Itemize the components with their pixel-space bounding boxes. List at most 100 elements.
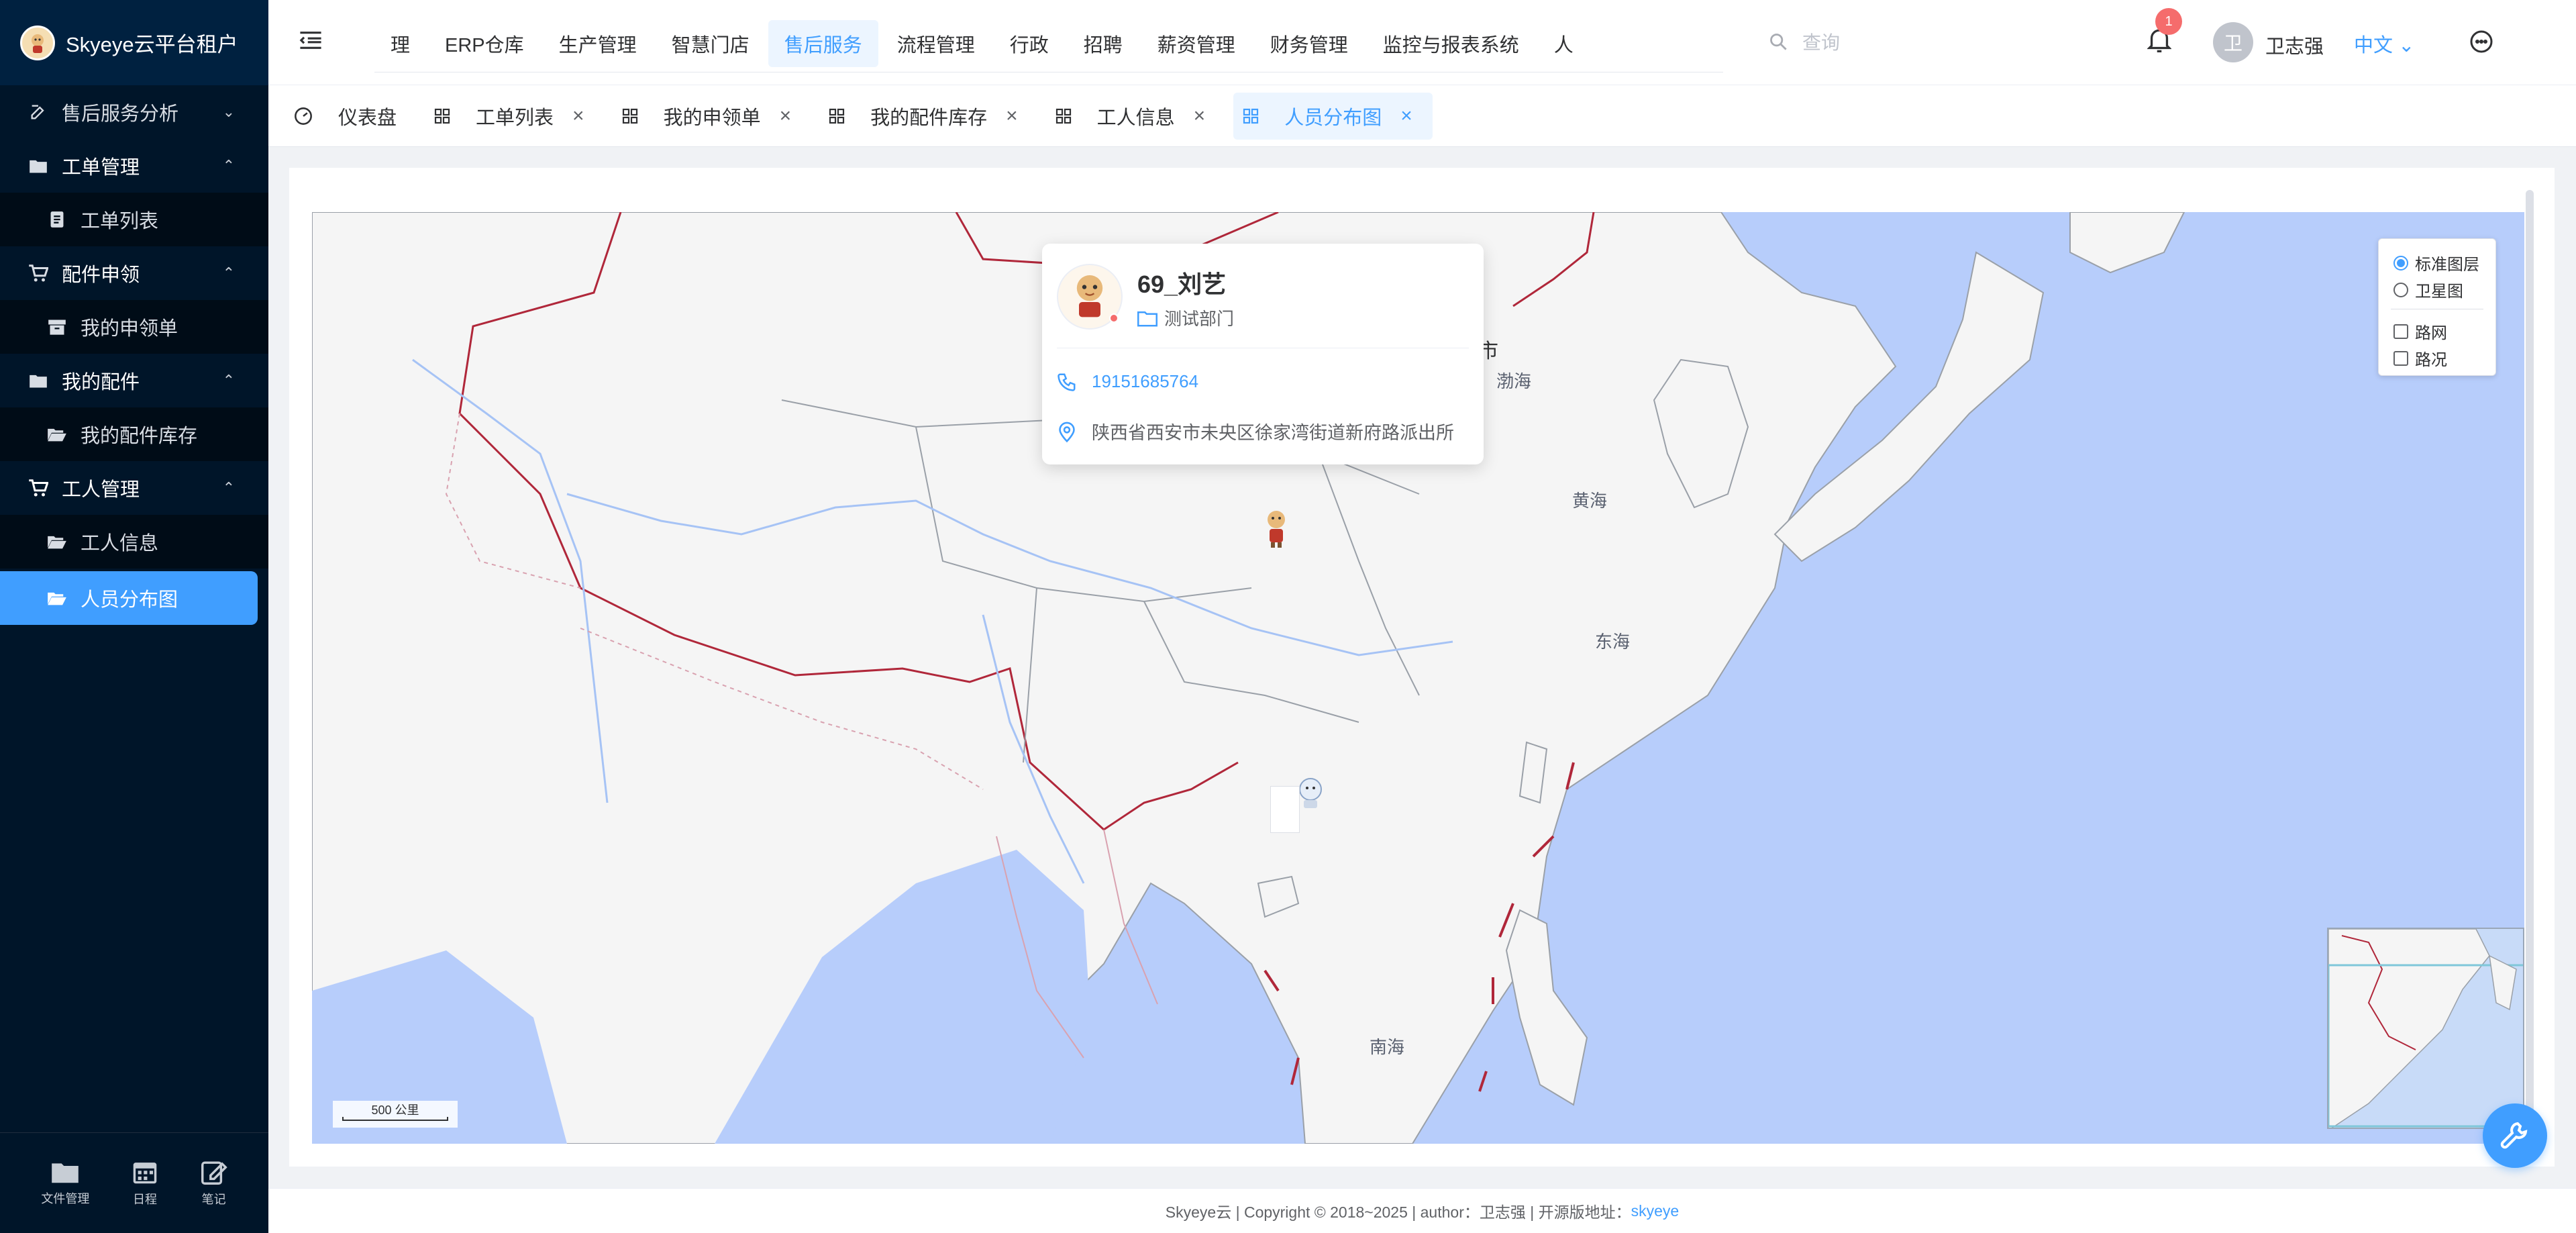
tab-label: 人员分布图	[1284, 107, 1382, 129]
sidebar-item-worker-mgmt[interactable]: 工人管理 ⌃	[0, 461, 268, 515]
close-icon[interactable]: ×	[780, 105, 792, 128]
close-icon[interactable]: ×	[572, 105, 584, 128]
tab-label: 我的配件库存	[870, 107, 988, 129]
overview-map[interactable]	[2327, 928, 2524, 1129]
nav-item-hr-partial[interactable]: 人	[1538, 20, 1590, 67]
grid-icon	[622, 108, 638, 124]
sidebar-item-parts-apply[interactable]: 配件申领 ⌃	[0, 246, 268, 300]
layer-option-satellite[interactable]: 卫星图	[2393, 278, 2463, 301]
language-select[interactable]: 中文 ⌄	[2354, 30, 2414, 58]
sidebar-item-workorder-mgmt[interactable]: 工单管理 ⌃	[0, 139, 268, 193]
folder-open-icon	[46, 530, 68, 553]
top-nav: 理 ERP仓库 生产管理 智慧门店 售后服务 流程管理 行政 招聘 薪资管理 财…	[374, 19, 1723, 72]
sidebar-item-worker-info[interactable]: 工人信息	[0, 515, 268, 569]
map-label-bohai: 渤海	[1496, 371, 1532, 391]
grid-icon	[434, 108, 450, 124]
cart-icon	[27, 477, 50, 499]
tab-my-parts-stock[interactable]: 我的配件库存 ×	[819, 93, 1038, 140]
nav-item-salary[interactable]: 薪资管理	[1141, 20, 1251, 67]
worker-name: 69_刘艺	[1137, 270, 1227, 298]
menu-fold-icon[interactable]	[299, 30, 322, 54]
nav-item-monitor-report[interactable]: 监控与报表系统	[1367, 20, 1535, 67]
sidebar-item-workorder-list[interactable]: 工单列表	[0, 193, 268, 246]
map-label-east-sea: 东海	[1595, 632, 1631, 652]
layer-option-standard[interactable]: 标准图层	[2393, 251, 2479, 275]
worker-address: 陕西省西安市未央区徐家湾街道新府路派出所	[1057, 418, 1454, 444]
file-manager-button[interactable]: 文件管理	[41, 1160, 89, 1207]
worker-marker[interactable]	[1263, 507, 1290, 552]
calendar-icon	[133, 1162, 157, 1183]
nav-item-erp[interactable]: ERP仓库	[429, 20, 540, 67]
notes-label: 笔记	[201, 1192, 226, 1206]
schedule-button[interactable]: 日程	[132, 1159, 158, 1207]
tab-dashboard[interactable]: 仪表盘	[285, 93, 417, 140]
checkbox[interactable]	[2393, 350, 2408, 366]
sidebar-item-label: 工人管理	[62, 479, 140, 501]
status-dot	[1109, 313, 1119, 323]
close-icon[interactable]: ×	[1194, 105, 1206, 128]
search-box[interactable]: 查询	[1769, 28, 1840, 55]
file-manager-label: 文件管理	[41, 1191, 90, 1205]
sidebar-bottom-bar: 文件管理 日程 笔记	[0, 1132, 268, 1233]
username[interactable]: 卫志强	[2265, 31, 2324, 59]
cart-icon	[27, 262, 50, 285]
tab-workorder-list[interactable]: 工单列表 ×	[425, 93, 605, 140]
sidebar-item-label: 工单列表	[81, 211, 159, 232]
grid-icon	[1243, 108, 1259, 124]
tab-label: 仪表盘	[338, 107, 397, 129]
dashboard-icon	[294, 107, 313, 126]
nav-item-admin[interactable]: 行政	[994, 20, 1065, 67]
nav-item-finance[interactable]: 财务管理	[1254, 20, 1364, 67]
department-label: 测试部门	[1164, 309, 1235, 329]
sidebar-item-label: 我的申领单	[81, 318, 178, 340]
wrench-icon	[2500, 1122, 2528, 1149]
close-icon[interactable]: ×	[1006, 105, 1018, 128]
tab-label: 工单列表	[476, 107, 554, 129]
avatar[interactable]: 卫	[2213, 22, 2253, 62]
nav-item-production[interactable]: 生产管理	[543, 20, 653, 67]
nav-item-partial[interactable]: 理	[374, 20, 426, 67]
radio-checked[interactable]	[2393, 255, 2408, 270]
location-icon	[1059, 422, 1075, 442]
tab-my-applications[interactable]: 我的申领单 ×	[613, 93, 812, 140]
chevron-down-icon: ⌄	[2398, 35, 2415, 56]
notes-button[interactable]: 笔记	[201, 1159, 227, 1207]
layer-option-roadnet[interactable]: 路网	[2393, 319, 2447, 343]
sidebar-item-aftersales-analysis[interactable]: 售后服务分析 ⌄	[0, 85, 268, 139]
checkbox[interactable]	[2393, 324, 2408, 339]
map-scale: 500 公里	[333, 1101, 458, 1128]
nav-item-aftersales[interactable]: 售后服务	[768, 20, 878, 67]
brand[interactable]: Skyeye云平台租户	[0, 0, 268, 85]
worker-phone[interactable]: 19151685764	[1057, 371, 1198, 392]
note-edit-icon	[201, 1161, 227, 1185]
radio-unchecked[interactable]	[2393, 282, 2408, 297]
close-icon[interactable]: ×	[1400, 105, 1412, 128]
nav-item-recruit[interactable]: 招聘	[1068, 20, 1139, 67]
sidebar-item-staff-distribution[interactable]: 人员分布图	[0, 571, 258, 625]
scale-label: 500 公里	[371, 1103, 419, 1117]
settings-fab-button[interactable]	[2483, 1103, 2547, 1168]
sidebar-item-label: 配件申领	[62, 264, 140, 286]
sidebar-item-label: 工人信息	[81, 533, 159, 554]
folder-open-icon	[46, 587, 68, 609]
marker-label	[1270, 786, 1300, 833]
footer: Skyeye云 | Copyright © 2018~2025 | author…	[268, 1188, 2576, 1233]
chat-icon[interactable]	[2469, 30, 2493, 57]
worker-info-window: 69_刘艺 测试部门 19151685764 陕西省西安市未央区徐家湾街道新府路…	[1042, 244, 1484, 464]
nav-item-workflow[interactable]: 流程管理	[881, 20, 991, 67]
chevron-up-icon: ⌃	[222, 157, 235, 174]
footer-link[interactable]: skyeye	[1631, 1202, 1680, 1220]
sidebar-item-my-applications[interactable]: 我的申领单	[0, 300, 268, 354]
folder-outline-icon	[1137, 311, 1157, 326]
folder-open-icon	[46, 423, 68, 446]
tab-staff-distribution[interactable]: 人员分布图 ×	[1233, 92, 1433, 140]
layer-option-traffic[interactable]: 路况	[2393, 346, 2447, 370]
sidebar-item-my-parts[interactable]: 我的配件 ⌃	[0, 354, 268, 407]
sidebar-item-my-parts-stock[interactable]: 我的配件库存	[0, 407, 268, 461]
scrollbar[interactable]	[2526, 190, 2534, 1143]
nav-item-smart-store[interactable]: 智慧门店	[656, 20, 766, 67]
search-input[interactable]: 查询	[1802, 28, 1840, 55]
worker-marker[interactable]	[1296, 776, 1325, 813]
sidebar-item-label: 人员分布图	[81, 589, 178, 611]
tab-worker-info[interactable]: 工人信息 ×	[1046, 93, 1226, 140]
